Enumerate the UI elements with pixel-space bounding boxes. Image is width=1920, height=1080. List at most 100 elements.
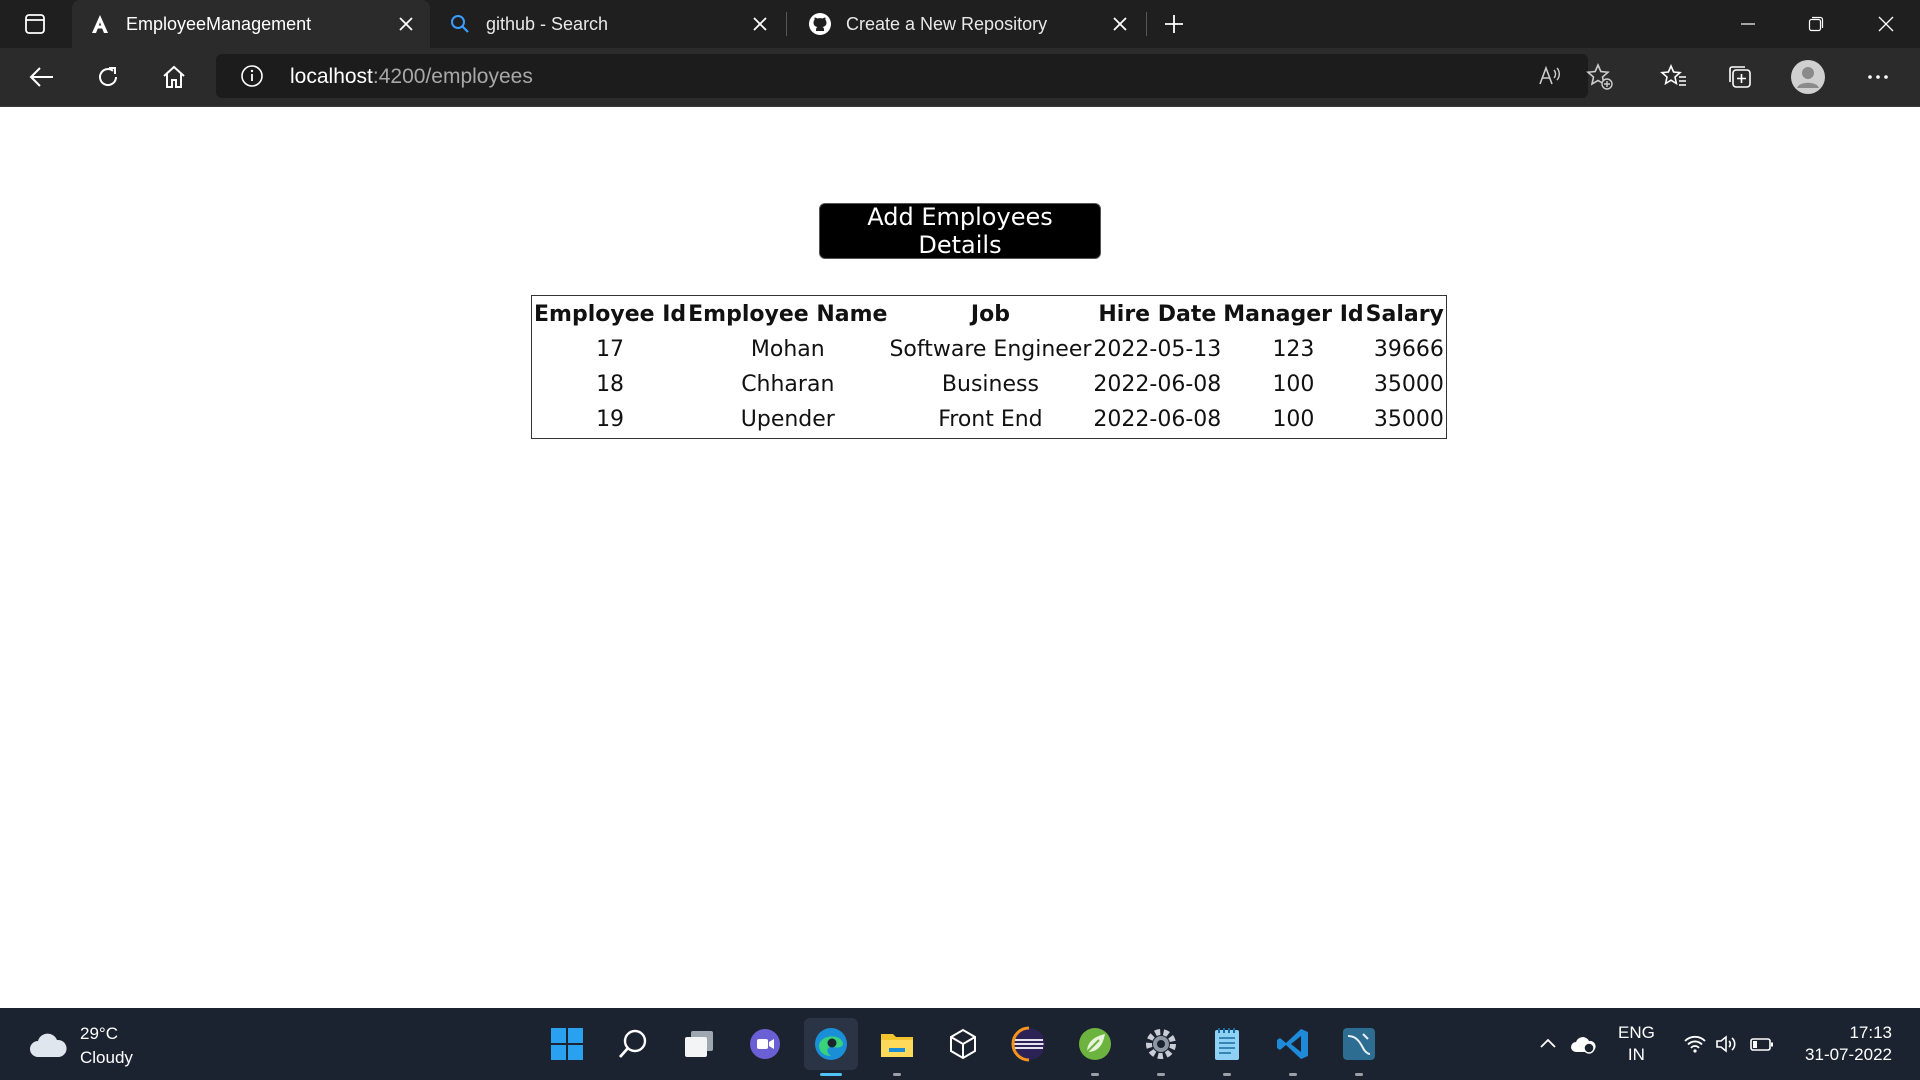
more-options-icon[interactable] [1858, 57, 1898, 97]
header-hire-date: Hire Date [1098, 302, 1217, 327]
windows-taskbar: 29°C Cloudy ENG IN 17:13 31-07-2022 [0, 1008, 1920, 1080]
running-indicator [1091, 1073, 1099, 1076]
tab-actions-menu-icon[interactable] [12, 6, 58, 42]
tab-employee-management[interactable]: EmployeeManagement [72, 0, 430, 48]
cell-employee-id: 18 [596, 372, 625, 397]
browser-toolbar: localhost:4200/employees [0, 48, 1920, 107]
employee-table: Employee Id Employee Name Job Hire Date … [531, 295, 1447, 439]
clock-date: 31-07-2022 [1805, 1045, 1892, 1064]
profile-avatar-icon[interactable] [1788, 57, 1828, 97]
mysql-workbench-icon[interactable] [1332, 1018, 1386, 1076]
site-info-icon[interactable] [240, 64, 264, 88]
search-icon[interactable] [606, 1018, 660, 1070]
show-hidden-icons-chevron-icon[interactable] [1538, 1034, 1558, 1054]
tab-create-repository[interactable]: Create a New Repository [792, 0, 1144, 48]
header-employee-id: Employee Id [534, 302, 687, 327]
eclipse-ide-icon[interactable] [1002, 1018, 1056, 1070]
cell-manager-id: 100 [1272, 407, 1315, 432]
settings-gear-icon[interactable] [1134, 1018, 1188, 1076]
tab-divider [1146, 12, 1147, 36]
cloud-icon [30, 1033, 67, 1057]
wifi-icon [1683, 1034, 1707, 1054]
refresh-icon[interactable] [88, 57, 128, 97]
tab-title: Create a New Repository [846, 13, 1048, 34]
github-icon [808, 12, 832, 36]
cell-hire-date: 2022-06-08 [1093, 372, 1222, 397]
weather-temp: 29°C [80, 1024, 118, 1043]
table-header-row: Employee Id Employee Name Job Hire Date … [534, 298, 1444, 331]
table-row: 17 Mohan Software Engineer 2022-05-13 12… [534, 333, 1444, 366]
angular-icon [88, 12, 112, 36]
restore-icon[interactable] [1782, 0, 1850, 48]
file-explorer-icon[interactable] [870, 1018, 924, 1076]
active-indicator [820, 1073, 842, 1076]
language-code: ENG [1618, 1023, 1655, 1042]
collections-icon[interactable] [1720, 57, 1760, 97]
task-view-icon[interactable] [672, 1018, 726, 1070]
cell-job: Business [941, 372, 1039, 397]
notepad-icon[interactable] [1200, 1018, 1254, 1076]
close-icon[interactable] [394, 12, 418, 36]
running-indicator [1355, 1073, 1363, 1076]
close-icon[interactable] [748, 12, 772, 36]
vscode-icon[interactable] [1266, 1018, 1320, 1076]
table-row: 19 Upender Front End 2022-06-08 100 3500… [534, 403, 1444, 436]
cell-job: Front End [938, 407, 1043, 432]
running-indicator [893, 1073, 901, 1076]
browser-tab-strip: EmployeeManagement github - Search Creat… [0, 0, 1920, 48]
add-favorite-icon[interactable] [1580, 57, 1620, 97]
home-icon[interactable] [154, 57, 194, 97]
new-tab-plus-icon[interactable] [1158, 8, 1190, 40]
edge-browser-icon[interactable] [804, 1018, 858, 1076]
add-employees-details-button[interactable]: Add Employees Details [819, 203, 1101, 259]
cell-employee-name: Mohan [750, 337, 825, 362]
cell-manager-id: 100 [1272, 372, 1315, 397]
system-tray [1538, 1008, 1598, 1080]
favorites-icon[interactable] [1654, 57, 1694, 97]
teams-chat-icon[interactable] [738, 1018, 792, 1070]
language-region: IN [1627, 1045, 1645, 1064]
back-arrow-icon[interactable] [22, 57, 62, 97]
address-bar[interactable]: localhost:4200/employees [216, 54, 1588, 98]
url-host: localhost [290, 65, 373, 88]
minimize-icon[interactable] [1714, 0, 1782, 48]
table-row: 18 Chharan Business 2022-06-08 100 35000 [534, 368, 1444, 401]
read-aloud-icon[interactable] [1538, 64, 1562, 88]
cell-employee-name: Upender [740, 407, 835, 432]
header-employee-name: Employee Name [688, 302, 888, 327]
quick-settings[interactable] [1683, 1008, 1775, 1080]
taskbar-apps [540, 1018, 1398, 1076]
tab-title: github - Search [486, 13, 609, 34]
cell-salary: 35000 [1373, 407, 1444, 432]
tab-github-search[interactable]: github - Search [432, 0, 784, 48]
dev-tool-cube-icon[interactable] [936, 1018, 990, 1070]
spring-tools-icon[interactable] [1068, 1018, 1122, 1076]
running-indicator [1223, 1073, 1231, 1076]
clock-time: 17:13 [1849, 1023, 1892, 1042]
start-windows-icon[interactable] [540, 1018, 594, 1070]
page-content: Add Employees Details Employee Id Employ… [0, 107, 1920, 1007]
onedrive-cloud-icon[interactable] [1570, 1033, 1598, 1055]
address-url: localhost:4200/employees [290, 65, 533, 89]
url-path: :4200/employees [372, 65, 533, 88]
weather-widget[interactable]: 29°C Cloudy [28, 1022, 133, 1070]
system-clock[interactable]: 17:13 31-07-2022 [1805, 1022, 1892, 1066]
header-job: Job [970, 302, 1010, 327]
cell-hire-date: 2022-05-13 [1093, 337, 1222, 362]
running-indicator [1289, 1073, 1297, 1076]
cell-salary: 39666 [1373, 337, 1444, 362]
volume-icon [1715, 1034, 1739, 1054]
cell-manager-id: 123 [1272, 337, 1315, 362]
window-close-icon[interactable] [1852, 0, 1920, 48]
cell-salary: 35000 [1373, 372, 1444, 397]
cell-hire-date: 2022-06-08 [1093, 407, 1222, 432]
search-icon [448, 12, 472, 36]
tab-divider [786, 12, 787, 36]
cell-employee-id: 17 [596, 337, 625, 362]
close-icon[interactable] [1108, 12, 1132, 36]
header-manager-id: Manager Id [1223, 302, 1364, 327]
weather-desc: Cloudy [80, 1048, 133, 1067]
cell-employee-name: Chharan [741, 372, 835, 397]
header-salary: Salary [1365, 302, 1444, 327]
input-language-indicator[interactable]: ENG IN [1618, 1022, 1655, 1066]
